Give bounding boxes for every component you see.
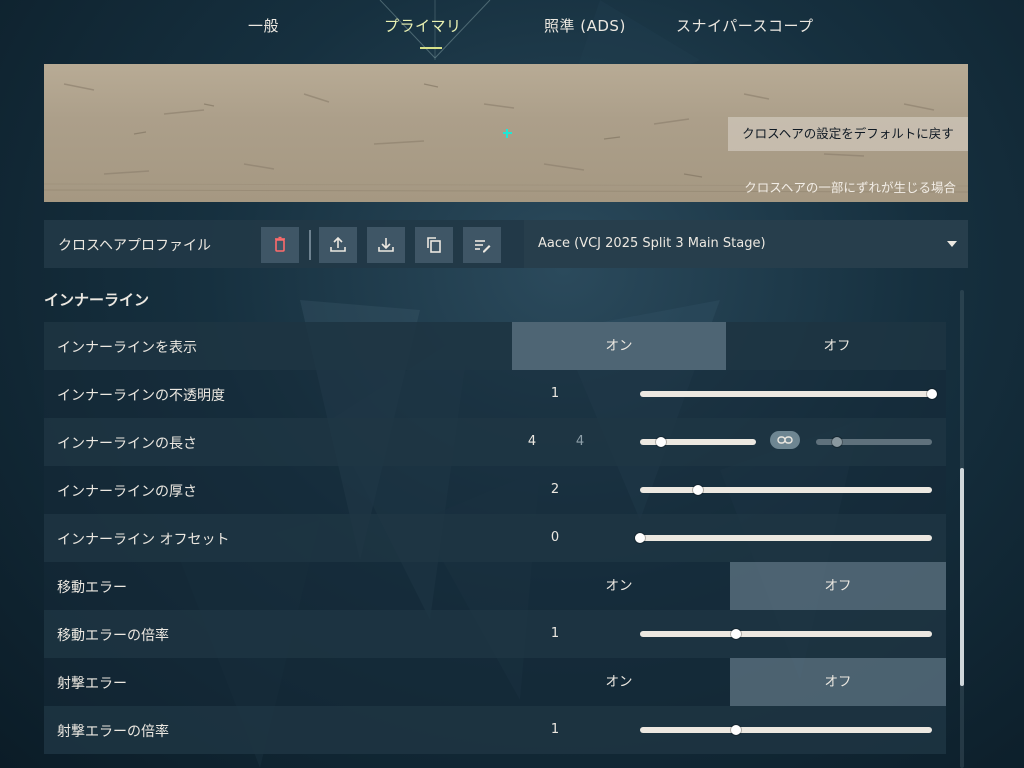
show-inner-lines-on-button[interactable]: オン: [512, 322, 726, 370]
chevron-down-icon: [947, 241, 957, 247]
copy-icon: [427, 237, 441, 253]
length-slider-2[interactable]: [816, 437, 932, 447]
row-label: 射撃エラー: [57, 676, 127, 692]
trash-icon: [275, 236, 285, 252]
row-firing-error-multiplier: 射撃エラーの倍率 1: [44, 706, 946, 754]
profile-button-divider: [309, 230, 311, 260]
movement-error-off-button[interactable]: オフ: [730, 562, 946, 610]
firing-error-multiplier-value: 1: [550, 722, 560, 737]
row-label: インナーラインの長さ: [57, 436, 197, 452]
slider-track-fill: [640, 487, 932, 493]
show-inner-lines-off-button[interactable]: オフ: [728, 322, 946, 370]
link-icon: [777, 436, 793, 444]
row-label: インナーラインを表示: [57, 340, 197, 356]
row-label: インナーラインの不透明度: [57, 388, 225, 404]
thickness-value: 2: [550, 482, 560, 497]
slider-knob[interactable]: [635, 533, 645, 543]
inner-lines-settings: インナーラインを表示 オン オフ インナーラインの不透明度 1 インナーラインの…: [44, 322, 946, 754]
row-movement-error: 移動エラー オン オフ: [44, 562, 946, 610]
row-inner-line-thickness: インナーラインの厚さ 2: [44, 466, 946, 514]
settings-tabs: 一般 プライマリ 照準 (ADS) スナイパースコープ: [0, 0, 1024, 60]
crosshair-misalignment-link[interactable]: クロスヘアの一部にずれが生じる場合: [744, 177, 956, 196]
row-inner-line-offset: インナーライン オフセット 0: [44, 514, 946, 562]
row-label: インナーライン オフセット: [57, 532, 230, 548]
profile-dropdown[interactable]: Aace (VCJ 2025 Split 3 Main Stage): [524, 220, 968, 268]
slider-knob[interactable]: [831, 437, 842, 447]
row-show-inner-lines: インナーラインを表示 オン オフ: [44, 322, 946, 370]
slider-knob[interactable]: [927, 389, 937, 399]
slider-track-fill: [640, 631, 932, 637]
row-label: 移動エラー: [57, 580, 127, 596]
rename-profile-button[interactable]: [463, 227, 501, 263]
settings-scrollbar[interactable]: [960, 290, 964, 768]
movement-error-multiplier-slider[interactable]: [640, 629, 932, 639]
export-profile-button[interactable]: [319, 227, 357, 263]
length-value-1: 4: [527, 434, 537, 449]
row-label: 移動エラーの倍率: [57, 628, 169, 644]
row-label: インナーラインの厚さ: [57, 484, 197, 500]
slider-track-fill: [640, 391, 932, 397]
download-icon: [378, 238, 394, 252]
copy-profile-button[interactable]: [415, 227, 453, 263]
slider-knob[interactable]: [655, 437, 666, 447]
row-inner-line-opacity: インナーラインの不透明度 1: [44, 370, 946, 418]
firing-error-on-button[interactable]: オン: [512, 658, 726, 706]
profile-dropdown-value: Aace (VCJ 2025 Split 3 Main Stage): [538, 236, 766, 251]
section-title: インナーライン: [44, 291, 150, 309]
profile-label: クロスヘアプロファイル: [58, 238, 212, 254]
length-slider-1[interactable]: [640, 437, 756, 447]
firing-error-off-button[interactable]: オフ: [730, 658, 946, 706]
offset-value: 0: [550, 530, 560, 545]
slider-knob[interactable]: [731, 629, 742, 639]
crosshair-preview: クロスヘアの設定をデフォルトに戻す クロスヘアの一部にずれが生じる場合: [44, 64, 968, 202]
slider-knob[interactable]: [731, 725, 742, 735]
length-value-2: 4: [575, 434, 585, 449]
tab-ads[interactable]: 照準 (ADS): [544, 15, 626, 36]
movement-error-multiplier-value: 1: [550, 626, 560, 641]
tab-sniper-scope[interactable]: スナイパースコープ: [676, 15, 814, 36]
active-tab-indicator: [420, 47, 442, 49]
import-profile-button[interactable]: [367, 227, 405, 263]
crosshair-vertical-line: [506, 129, 508, 138]
scrollbar-thumb[interactable]: [960, 468, 964, 686]
slider-track-fill: [640, 727, 932, 733]
row-firing-error: 射撃エラー オン オフ: [44, 658, 946, 706]
offset-slider[interactable]: [635, 533, 932, 543]
firing-error-multiplier-slider[interactable]: [640, 725, 932, 735]
link-lengths-toggle[interactable]: [770, 431, 800, 449]
opacity-slider[interactable]: [640, 389, 937, 399]
slider-knob[interactable]: [693, 485, 704, 495]
tab-primary[interactable]: プライマリ: [384, 15, 462, 36]
tab-general[interactable]: 一般: [248, 15, 279, 36]
edit-list-icon: [475, 240, 491, 253]
upload-icon: [330, 236, 346, 252]
row-movement-error-multiplier: 移動エラーの倍率 1: [44, 610, 946, 658]
reset-crosshair-button[interactable]: クロスヘアの設定をデフォルトに戻す: [728, 117, 968, 151]
slider-track-fill: [640, 535, 932, 541]
row-inner-line-length: インナーラインの長さ 4 4: [44, 418, 946, 466]
thickness-slider[interactable]: [640, 485, 932, 495]
movement-error-on-button[interactable]: オン: [512, 562, 726, 610]
row-label: 射撃エラーの倍率: [57, 724, 169, 740]
opacity-value: 1: [550, 386, 560, 401]
delete-profile-button[interactable]: [261, 227, 299, 263]
crosshair-profile-bar: クロスヘアプロファイル Aace (VCJ 2025 Split 3 Main …: [44, 220, 968, 268]
